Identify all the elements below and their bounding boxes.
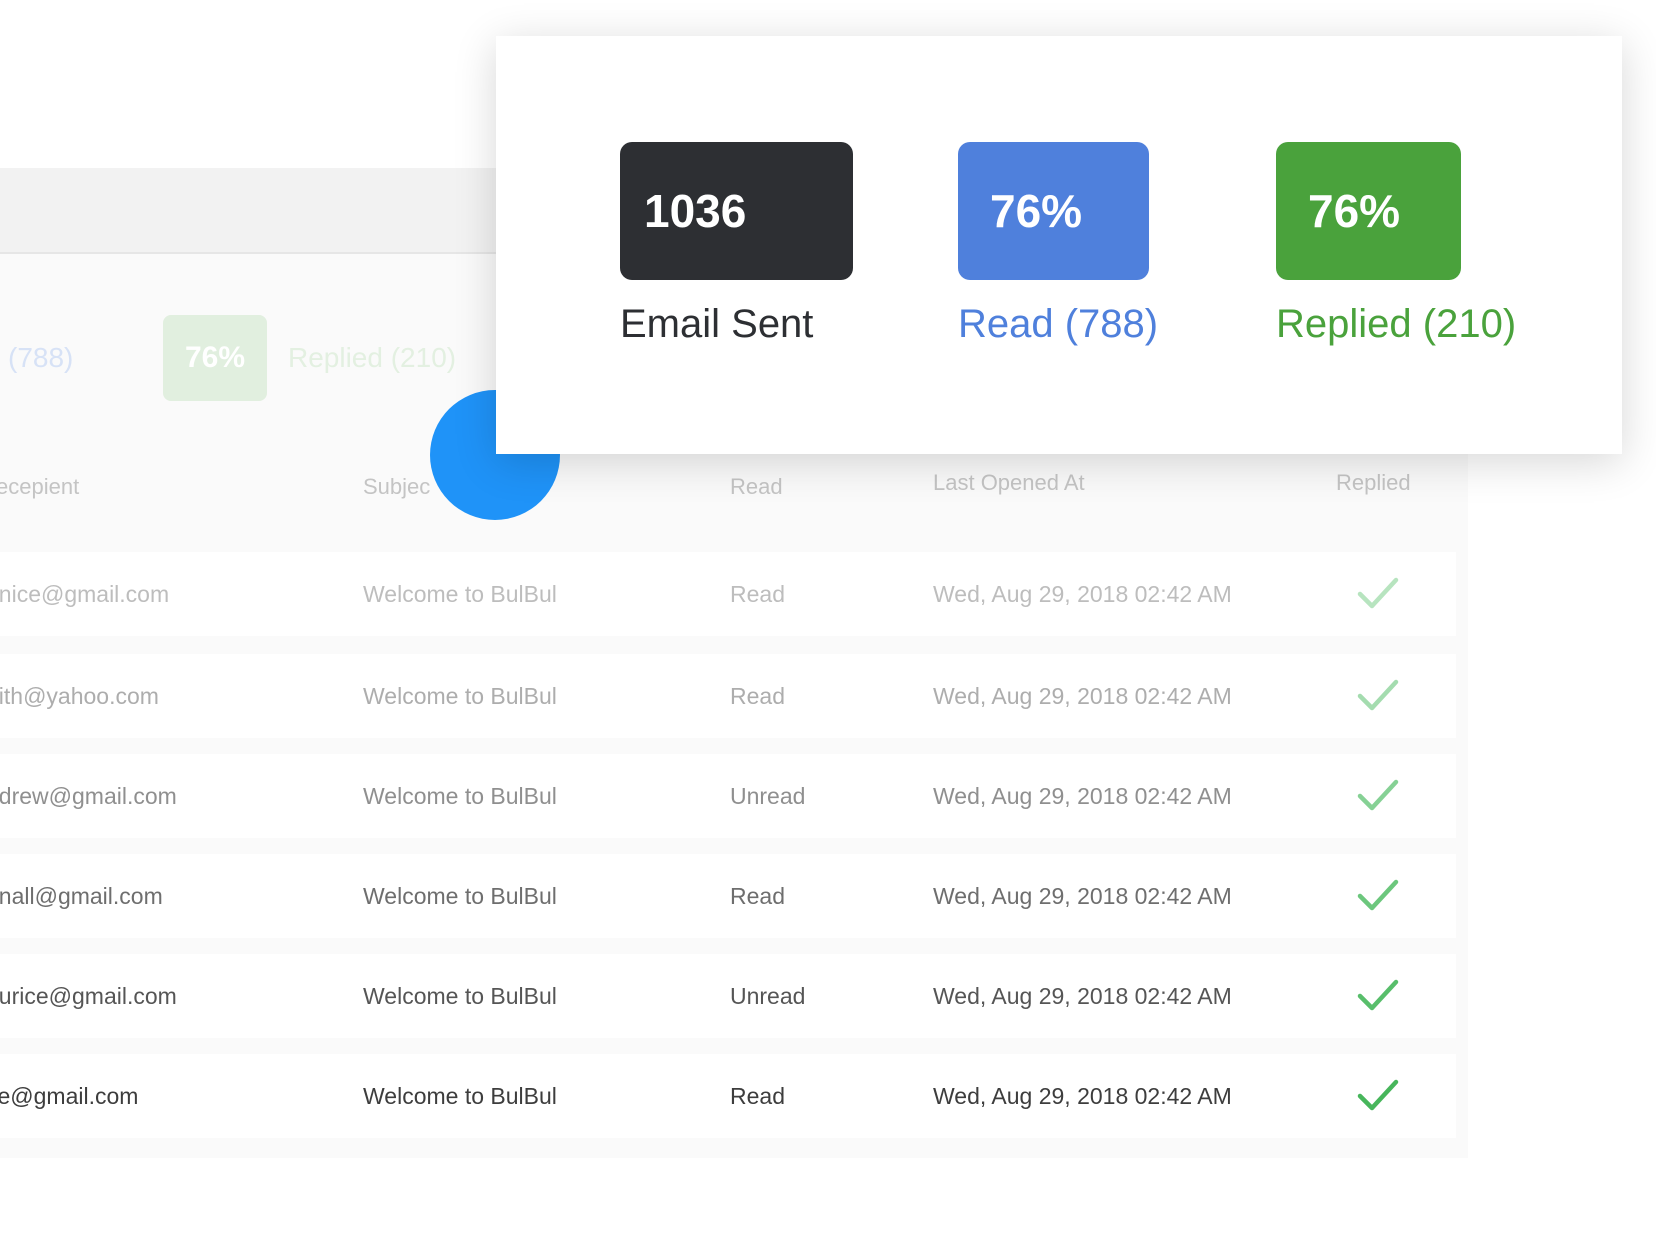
email-subject: Welcome to BulBul [363,581,557,607]
stat-replied[interactable]: 76% Replied (210) [1276,142,1516,347]
sent-count-badge: 1036 [620,142,853,280]
email-subject: Welcome to BulBul [363,983,557,1009]
read-status: Unread [730,983,806,1009]
check-icon [1357,779,1399,811]
table-row[interactable]: unice@gmail.com Welcome to BulBul Read W… [0,552,1456,636]
table-row[interactable]: aurice@gmail.com Welcome to BulBul Unrea… [0,954,1456,1038]
last-opened-time: Wed, Aug 29, 2018 02:42 AM [933,983,1232,1009]
table-row[interactable]: ndrew@gmail.com Welcome to BulBul Unread… [0,754,1456,838]
recipient-email: dnall@gmail.com [0,883,163,909]
background-stats: l (788) 76% Replied (210) [0,310,520,402]
table-row[interactable]: dnall@gmail.com Welcome to BulBul Read W… [0,854,1456,938]
replied-label: Replied (210) [1276,302,1517,346]
last-opened-time: Wed, Aug 29, 2018 02:42 AM [933,683,1232,709]
email-stats-card: 1036 Email Sent 76% Read (788) 76% Repli… [496,36,1622,454]
email-subject: Welcome to BulBul [363,783,557,809]
header-subject[interactable]: Subjec [363,474,430,500]
check-icon [1357,979,1399,1011]
header-read[interactable]: Read [730,474,783,500]
last-opened-time: Wed, Aug 29, 2018 02:42 AM [933,783,1232,809]
read-status: Read [730,1083,785,1109]
read-status: Read [730,581,785,607]
read-rate-badge: 76% [958,142,1149,280]
check-icon [1357,577,1399,609]
recipient-email: aurice@gmail.com [0,983,177,1009]
read-status: Read [730,883,785,909]
check-icon [1357,679,1399,711]
read-status: Read [730,683,785,709]
last-opened-time: Wed, Aug 29, 2018 02:42 AM [933,883,1232,909]
email-subject: Welcome to BulBul [363,883,557,909]
recipient-email: ndrew@gmail.com [0,783,177,809]
recipient-email: eith@yahoo.com [0,683,159,709]
last-opened-time: Wed, Aug 29, 2018 02:42 AM [933,1083,1232,1109]
email-subject: Welcome to BulBul [363,683,557,709]
email-subject: Welcome to BulBul [363,1083,557,1109]
ghost-replied-label: Replied (210) [288,342,457,373]
header-replied[interactable]: Replied [1336,470,1411,496]
header-recipient[interactable]: ecepient [0,474,79,500]
read-label: Read (788) [958,302,1159,346]
read-status: Unread [730,783,806,809]
recipient-email: se@gmail.com [0,1083,139,1109]
replied-rate-badge: 76% [1276,142,1461,280]
table-row[interactable]: se@gmail.com Welcome to BulBul Read Wed,… [0,1054,1456,1138]
last-opened-time: Wed, Aug 29, 2018 02:42 AM [933,581,1232,607]
ghost-read-label: l (788) [0,342,74,373]
table-row[interactable]: eith@yahoo.com Welcome to BulBul Read We… [0,654,1456,738]
ghost-replied-badge: 76% [163,315,267,401]
check-icon [1357,879,1399,911]
stat-email-sent: 1036 Email Sent [620,142,853,347]
sent-label: Email Sent [620,302,814,346]
check-icon [1357,1079,1399,1111]
recipient-email: unice@gmail.com [0,581,170,607]
header-last-opened[interactable]: Last Opened At [933,470,1085,496]
stat-read[interactable]: 76% Read (788) [958,142,1158,347]
